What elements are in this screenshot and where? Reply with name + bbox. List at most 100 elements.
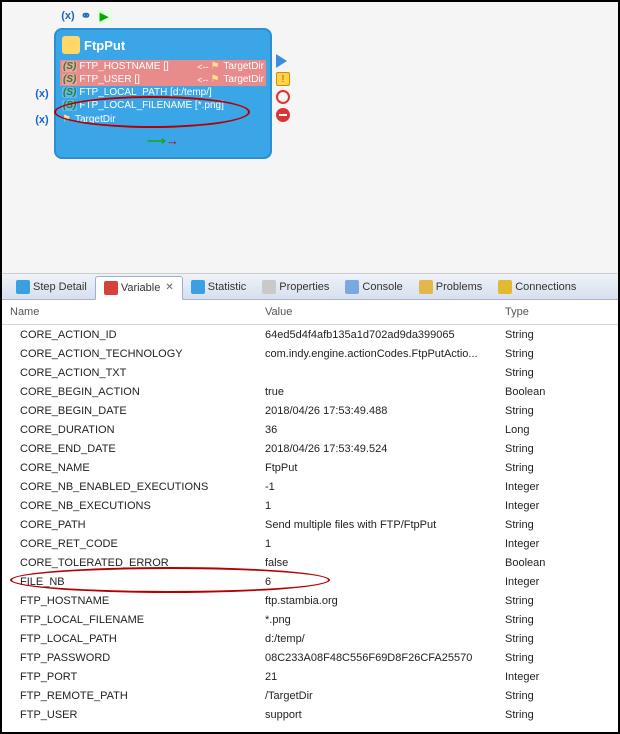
tab-icon bbox=[419, 280, 433, 294]
cell-name: CORE_BEGIN_DATE bbox=[2, 401, 257, 420]
close-icon[interactable]: ✕ bbox=[165, 282, 173, 293]
table-row[interactable]: CORE_NAMEFtpPutString bbox=[2, 458, 618, 477]
tab-statistic[interactable]: Statistic bbox=[183, 276, 255, 298]
cell-value: /TargetDir bbox=[257, 686, 497, 705]
cell-type: String bbox=[497, 705, 618, 724]
node-title-text: FtpPut bbox=[84, 38, 125, 53]
table-row[interactable]: CORE_END_DATE2018/04/26 17:53:49.524Stri… bbox=[2, 439, 618, 458]
cell-name: CORE_TOLERATED_ERROR bbox=[2, 553, 257, 572]
cell-value: 36 bbox=[257, 420, 497, 439]
cell-type: String bbox=[497, 515, 618, 534]
node-param-row[interactable]: (S)FTP_HOSTNAME []<--⚑TargetDir bbox=[60, 60, 266, 73]
cell-name: FTP_REMOTE_PATH bbox=[2, 686, 257, 705]
table-row[interactable]: CORE_BEGIN_DATE2018/04/26 17:53:49.488St… bbox=[2, 401, 618, 420]
tab-icon bbox=[16, 280, 30, 294]
warning-icon[interactable]: ! bbox=[276, 72, 290, 86]
col-header-type[interactable]: Type bbox=[497, 300, 618, 325]
node-left-decor: (x) (x) bbox=[34, 86, 50, 128]
ftp-icon bbox=[62, 36, 80, 54]
param-name: FTP_USER [] bbox=[79, 74, 195, 85]
cell-value: false bbox=[257, 553, 497, 572]
cell-value: 6 bbox=[257, 572, 497, 591]
execute-icon[interactable]: ▶ bbox=[96, 8, 112, 24]
cell-type: String bbox=[497, 363, 618, 382]
cell-name: CORE_DURATION bbox=[2, 420, 257, 439]
variable-icon: (x) bbox=[34, 86, 50, 102]
variable-icon[interactable]: (x) bbox=[60, 8, 76, 24]
param-name: FTP_LOCAL_PATH [d:/temp/] bbox=[79, 87, 264, 98]
table-row[interactable]: CORE_PATHSend multiple files with FTP/Ft… bbox=[2, 515, 618, 534]
cell-type: String bbox=[497, 325, 618, 345]
cell-type: String bbox=[497, 629, 618, 648]
link-arrow-icon: <-- bbox=[197, 62, 208, 72]
tab-step-detail[interactable]: Step Detail bbox=[8, 276, 95, 298]
app-frame: (x) ⚭ ▶ (x) (x) FtpPut (S)FTP_HOSTNAME [… bbox=[0, 0, 620, 734]
table-row[interactable]: FTP_PORT21Integer bbox=[2, 667, 618, 686]
cell-type: Integer bbox=[497, 477, 618, 496]
variable-table: Name Value Type CORE_ACTION_ID64ed5d4f4a… bbox=[2, 300, 618, 724]
table-row[interactable]: CORE_TOLERATED_ERRORfalseBoolean bbox=[2, 553, 618, 572]
cell-name: FTP_PASSWORD bbox=[2, 648, 257, 667]
tab-variable[interactable]: Variable ✕ bbox=[95, 276, 183, 300]
node-top-toolbar: (x) ⚭ ▶ bbox=[60, 8, 112, 24]
cell-value: 08C233A08F48C556F69D8F26CFA25570 bbox=[257, 648, 497, 667]
cell-type: Long bbox=[497, 420, 618, 439]
cell-value: 2018/04/26 17:53:49.488 bbox=[257, 401, 497, 420]
stop-icon[interactable] bbox=[276, 108, 290, 122]
tab-label: Problems bbox=[436, 281, 482, 293]
tab-icon bbox=[498, 280, 512, 294]
cell-type: String bbox=[497, 610, 618, 629]
table-row[interactable]: FTP_USERsupportString bbox=[2, 705, 618, 724]
tab-console[interactable]: Console bbox=[337, 276, 410, 298]
table-row[interactable]: FTP_HOSTNAMEftp.stambia.orgString bbox=[2, 591, 618, 610]
node-side-icons: ! bbox=[276, 54, 290, 122]
node-param-row[interactable]: (S)FTP_LOCAL_FILENAME [*.png] bbox=[60, 99, 266, 112]
bottom-tabbar: Step DetailVariable ✕StatisticProperties… bbox=[2, 274, 618, 300]
cell-type: Integer bbox=[497, 534, 618, 553]
node-flow-arrows: ⟶→ bbox=[60, 127, 266, 149]
tab-problems[interactable]: Problems bbox=[411, 276, 490, 298]
cell-value: true bbox=[257, 382, 497, 401]
table-row[interactable]: CORE_ACTION_ID64ed5d4f4afb135a1d702ad9da… bbox=[2, 325, 618, 345]
cell-value: FtpPut bbox=[257, 458, 497, 477]
diagram-canvas[interactable]: (x) ⚭ ▶ (x) (x) FtpPut (S)FTP_HOSTNAME [… bbox=[2, 2, 618, 274]
cell-value: ftp.stambia.org bbox=[257, 591, 497, 610]
node-footer: ⚑ TargetDir bbox=[60, 112, 266, 127]
table-row[interactable]: FTP_PASSWORD08C233A08F48C556F69D8F26CFA2… bbox=[2, 648, 618, 667]
tab-properties[interactable]: Properties bbox=[254, 276, 337, 298]
table-row[interactable]: FILE_NB6Integer bbox=[2, 572, 618, 591]
table-row[interactable]: CORE_DURATION36Long bbox=[2, 420, 618, 439]
table-row[interactable]: CORE_ACTION_TECHNOLOGYcom.indy.engine.ac… bbox=[2, 344, 618, 363]
cell-value: *.png bbox=[257, 610, 497, 629]
s-badge-icon: (S) bbox=[62, 74, 77, 85]
play-icon[interactable] bbox=[276, 54, 287, 68]
table-row[interactable]: CORE_BEGIN_ACTIONtrueBoolean bbox=[2, 382, 618, 401]
cell-name: CORE_PATH bbox=[2, 515, 257, 534]
link-icon[interactable]: ⚭ bbox=[78, 8, 94, 24]
stop-outline-icon[interactable] bbox=[276, 90, 290, 104]
table-row[interactable]: CORE_NB_EXECUTIONS1Integer bbox=[2, 496, 618, 515]
cell-value: 1 bbox=[257, 534, 497, 553]
tab-icon bbox=[191, 280, 205, 294]
table-row[interactable]: FTP_LOCAL_PATHd:/temp/String bbox=[2, 629, 618, 648]
table-row[interactable]: CORE_NB_ENABLED_EXECUTIONS-1Integer bbox=[2, 477, 618, 496]
table-row[interactable]: CORE_RET_CODE1Integer bbox=[2, 534, 618, 553]
col-header-value[interactable]: Value bbox=[257, 300, 497, 325]
table-row[interactable]: CORE_ACTION_TXTString bbox=[2, 363, 618, 382]
cell-type: String bbox=[497, 648, 618, 667]
table-row[interactable]: FTP_LOCAL_FILENAME*.pngString bbox=[2, 610, 618, 629]
col-header-name[interactable]: Name bbox=[2, 300, 257, 325]
node-param-row[interactable]: (S)FTP_LOCAL_PATH [d:/temp/] bbox=[60, 86, 266, 99]
cell-type: String bbox=[497, 591, 618, 610]
param-target: TargetDir bbox=[223, 61, 264, 72]
cell-value: com.indy.engine.actionCodes.FtpPutActio.… bbox=[257, 344, 497, 363]
cell-type: Boolean bbox=[497, 553, 618, 572]
tab-connections[interactable]: Connections bbox=[490, 276, 584, 298]
cell-name: CORE_ACTION_TECHNOLOGY bbox=[2, 344, 257, 363]
ftpput-node[interactable]: FtpPut (S)FTP_HOSTNAME []<--⚑TargetDir(S… bbox=[54, 28, 272, 159]
cell-value: 2018/04/26 17:53:49.524 bbox=[257, 439, 497, 458]
cell-value: d:/temp/ bbox=[257, 629, 497, 648]
node-param-row[interactable]: (S)FTP_USER []<--⚑TargetDir bbox=[60, 73, 266, 86]
table-row[interactable]: FTP_REMOTE_PATH/TargetDirString bbox=[2, 686, 618, 705]
variable-table-wrap[interactable]: Name Value Type CORE_ACTION_ID64ed5d4f4a… bbox=[2, 300, 618, 732]
